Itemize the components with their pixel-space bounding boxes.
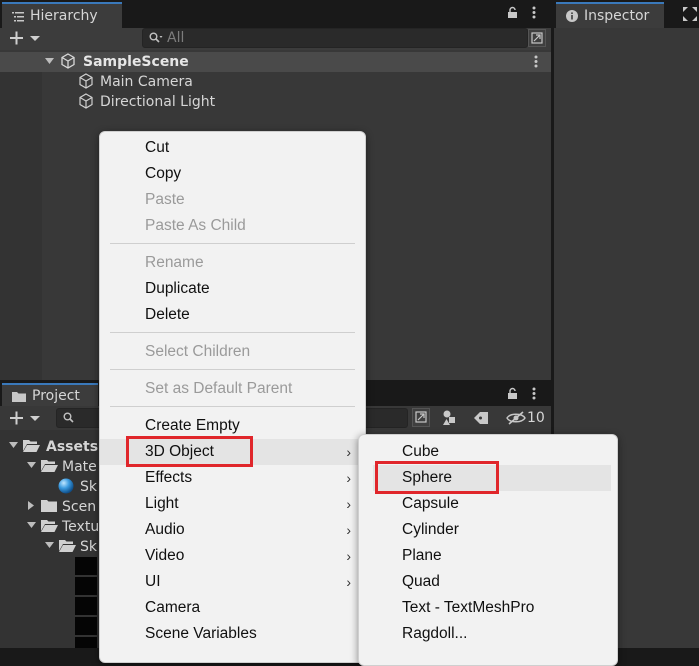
menu-separator	[110, 406, 355, 407]
menu-item-label: UI	[145, 573, 161, 590]
chevron-right-icon: ›	[346, 574, 351, 590]
scene-more-icon[interactable]	[534, 55, 538, 68]
menu-item-copy[interactable]: Copy	[100, 161, 365, 187]
menu-item-ui[interactable]: UI ›	[100, 569, 365, 595]
project-lock-icon[interactable]	[507, 387, 518, 400]
hierarchy-tab-label: Hierarchy	[30, 8, 98, 24]
expand-arrow-icon[interactable]	[45, 58, 54, 65]
maximize-icon[interactable]	[683, 7, 697, 21]
collapse-arrow-icon[interactable]	[28, 501, 35, 510]
search-icon	[63, 412, 75, 424]
menu-item-label: Audio	[145, 521, 185, 538]
highlight-box-sphere	[375, 461, 499, 494]
submenu-item-capsule[interactable]: Capsule	[359, 491, 617, 517]
project-tree-item[interactable]: Sk	[80, 477, 97, 497]
project-tree-item[interactable]: Sk	[80, 537, 97, 557]
folder-icon	[41, 499, 57, 512]
folder-open-icon	[41, 519, 58, 532]
expand-arrow-icon[interactable]	[9, 442, 18, 449]
info-icon	[566, 10, 578, 22]
menu-item-rename: Rename	[145, 254, 204, 271]
scene-visibility-button[interactable]	[528, 29, 546, 47]
project-tree-item[interactable]: Scen	[62, 497, 96, 517]
menu-item-audio[interactable]: Audio ›	[100, 517, 365, 543]
hidden-packages-icon[interactable]	[506, 410, 526, 426]
menu-item-label: Light	[145, 495, 179, 512]
menu-item-label: Effects	[145, 469, 193, 486]
folder-open-icon	[59, 539, 76, 552]
hierarchy-lock-icon[interactable]	[507, 6, 518, 19]
project-add-dropdown-button[interactable]	[8, 410, 42, 426]
hierarchy-more-icon[interactable]	[532, 6, 536, 19]
project-tree-item[interactable]: Assets	[46, 437, 98, 457]
chevron-right-icon: ›	[346, 522, 351, 538]
hierarchy-item[interactable]: Main Camera	[100, 72, 193, 92]
search-placeholder: All	[167, 30, 185, 46]
hierarchy-gutter	[0, 70, 42, 380]
texture-thumbnail[interactable]	[75, 597, 97, 615]
tab-hierarchy[interactable]: Hierarchy	[2, 2, 122, 28]
texture-thumbnail[interactable]	[75, 557, 97, 575]
menu-item-label: Video	[145, 547, 185, 564]
add-dropdown-button[interactable]	[8, 30, 42, 46]
project-more-icon[interactable]	[532, 387, 536, 400]
menu-item-delete[interactable]: Delete	[100, 302, 365, 328]
menu-item-select-children: Select Children	[145, 343, 251, 360]
expand-arrow-icon[interactable]	[45, 542, 54, 549]
tab-inspector[interactable]: Inspector	[556, 2, 664, 28]
menu-separator	[110, 332, 355, 333]
gameobject-cube-icon	[78, 73, 94, 89]
submenu-item-quad[interactable]: Quad	[359, 569, 617, 595]
menu-item-camera[interactable]: Camera	[100, 595, 365, 621]
submenu-item-ragdoll[interactable]: Ragdoll...	[359, 621, 617, 647]
hierarchy-search-input[interactable]: All	[142, 28, 528, 48]
menu-item-set-default-parent: Set as Default Parent	[145, 380, 293, 397]
menu-item-paste: Paste	[145, 191, 185, 208]
menu-item-light[interactable]: Light ›	[100, 491, 365, 517]
texture-thumbnail[interactable]	[75, 577, 97, 595]
menu-separator	[110, 243, 355, 244]
inspector-tab-label: Inspector	[584, 8, 650, 24]
project-tree-item[interactable]: Mate	[62, 457, 97, 477]
hidden-packages-count: 10	[527, 410, 545, 426]
menu-item-effects[interactable]: Effects ›	[100, 465, 365, 491]
folder-open-icon	[23, 439, 40, 452]
filter-by-label-icon[interactable]	[474, 411, 490, 425]
filter-by-type-icon[interactable]	[442, 410, 460, 426]
folder-icon	[12, 391, 26, 402]
gameobject-cube-icon	[78, 93, 94, 109]
menu-separator	[110, 369, 355, 370]
expand-arrow-icon[interactable]	[27, 522, 36, 529]
list-icon	[12, 11, 24, 22]
expand-arrow-icon[interactable]	[27, 462, 36, 469]
chevron-right-icon: ›	[346, 496, 351, 512]
texture-thumbnail[interactable]	[75, 637, 97, 648]
menu-item-paste-as-child: Paste As Child	[145, 217, 246, 234]
submenu-item-textmeshpro[interactable]: Text - TextMeshPro	[359, 595, 617, 621]
project-tree-item[interactable]: Textu	[62, 517, 99, 537]
texture-thumbnail[interactable]	[75, 617, 97, 635]
context-menu: Cut Copy Paste Paste As Child Rename Dup…	[99, 131, 366, 663]
project-search-options-button[interactable]	[412, 408, 430, 427]
search-icon	[149, 32, 163, 44]
chevron-right-icon: ›	[346, 470, 351, 486]
submenu-item-cylinder[interactable]: Cylinder	[359, 517, 617, 543]
scene-name: SampleScene	[83, 54, 189, 70]
project-tab-label: Project	[32, 388, 80, 404]
hierarchy-item[interactable]: Directional Light	[100, 92, 215, 112]
chevron-right-icon: ›	[346, 548, 351, 564]
chevron-right-icon: ›	[346, 444, 351, 460]
tab-project[interactable]: Project	[2, 383, 98, 407]
unity-scene-icon	[60, 53, 76, 69]
highlight-box-3d-object	[126, 436, 253, 467]
folder-open-icon	[41, 459, 58, 472]
menu-item-scene-variables[interactable]: Scene Variables	[100, 621, 365, 647]
material-sphere-icon	[58, 478, 74, 494]
submenu-item-plane[interactable]: Plane	[359, 543, 617, 569]
menu-item-video[interactable]: Video ›	[100, 543, 365, 569]
menu-item-duplicate[interactable]: Duplicate	[100, 276, 365, 302]
menu-item-cut[interactable]: Cut	[100, 135, 365, 161]
